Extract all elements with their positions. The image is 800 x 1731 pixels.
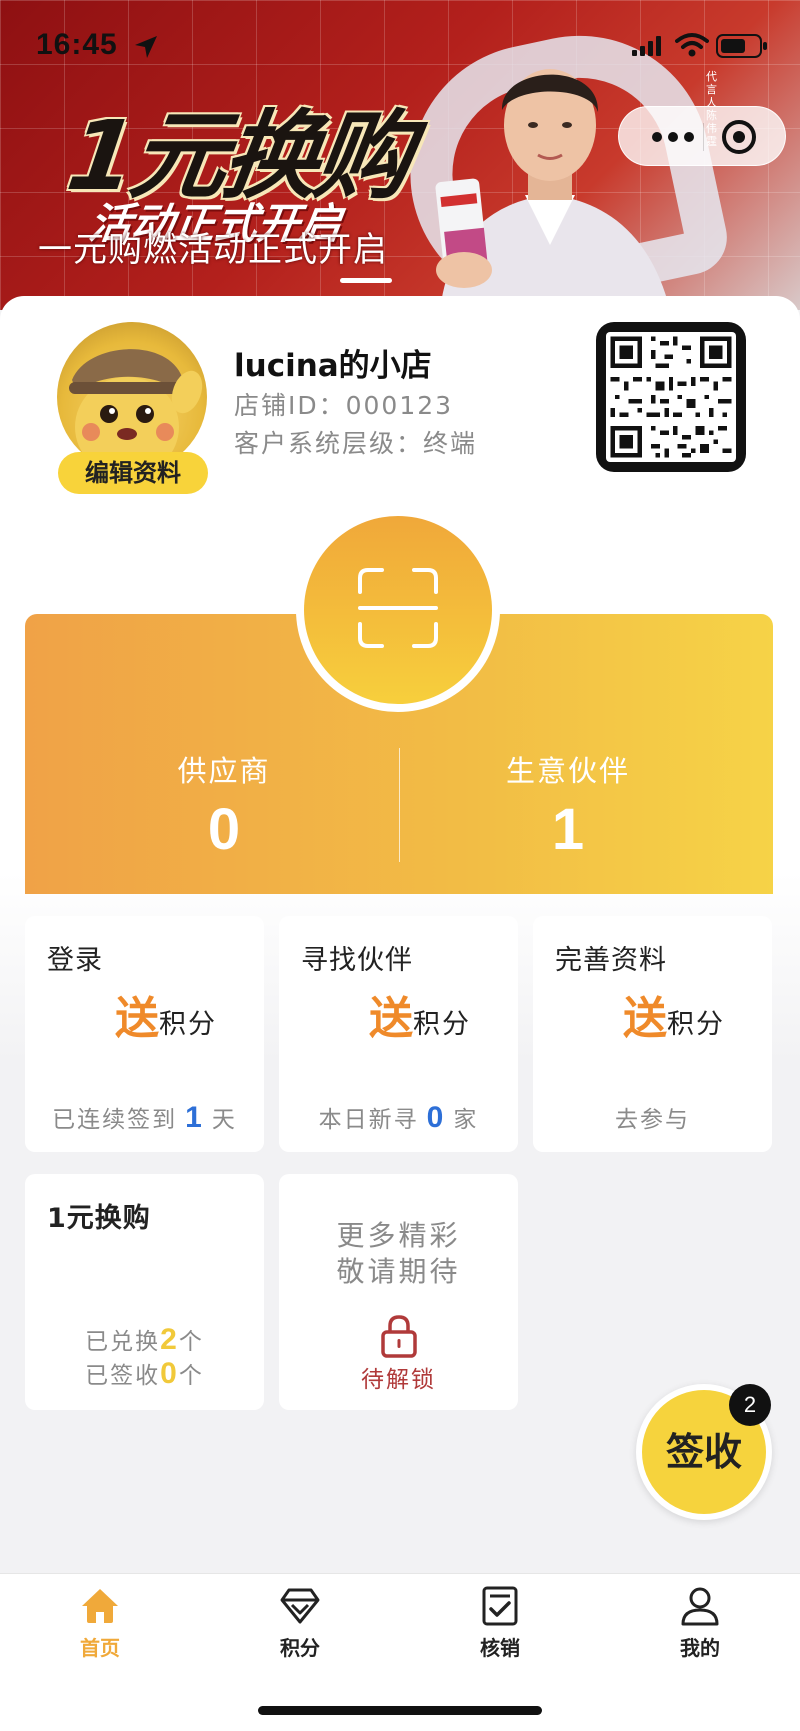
tab-points[interactable]: 积分 — [240, 1584, 360, 1661]
received-suffix: 个 — [178, 1363, 204, 1389]
participate-link[interactable]: 去参与 — [533, 1100, 772, 1134]
one-yuan-exchange-tile[interactable]: 1元换购 已兑换2个 已签收0个 — [25, 1174, 264, 1410]
reward-text: 送积分 — [115, 982, 217, 1046]
new-partner-text: 本日新寻 0 家 — [279, 1100, 518, 1135]
customer-level: 客户系统层级：终端 — [234, 429, 478, 458]
streak-prefix: 已连续签到 — [52, 1107, 178, 1133]
scan-icon — [358, 568, 438, 648]
shop-name: lucina的小店 — [234, 348, 432, 384]
promo-banner[interactable]: 代言人 陈伟霆 1元换购 活动正式开启 一元购燃活动正式开启 16:45 — [0, 0, 800, 310]
home-icon — [82, 1589, 118, 1623]
tab-label: 积分 — [280, 1636, 320, 1660]
reward-text: 送积分 — [623, 982, 725, 1046]
partner-count: 1 — [551, 797, 585, 862]
location-arrow-icon — [135, 36, 157, 58]
miniprogram-capsule — [618, 106, 786, 166]
tab-home[interactable]: 首页 — [40, 1584, 160, 1661]
supplier-count: 0 — [207, 797, 241, 862]
exchanged-count: 2 — [160, 1323, 179, 1356]
received-count-text: 已签收0个 — [25, 1356, 264, 1391]
banner-caption: 一元购燃活动正式开启 — [38, 230, 388, 270]
tab-mine[interactable]: 我的 — [640, 1584, 760, 1661]
edit-profile-button[interactable]: 编辑资料 — [58, 452, 208, 494]
supplier-label: 供应商 — [177, 754, 271, 788]
tab-verify[interactable]: 核销 — [440, 1584, 560, 1661]
new-partner-suffix: 家 — [453, 1107, 479, 1133]
reward-small: 积分 — [159, 1009, 217, 1040]
reward-small: 积分 — [413, 1009, 471, 1040]
endorser-image — [435, 69, 670, 310]
find-partner-tile[interactable]: 寻找伙伴 送积分 本日新寻 0 家 — [279, 916, 518, 1152]
exchanged-suffix: 个 — [178, 1329, 204, 1355]
pikachu-avatar-image — [69, 349, 203, 472]
wifi-icon — [675, 33, 709, 57]
exchanged-prefix: 已兑换 — [85, 1329, 161, 1355]
notification-badge: 2 — [729, 1384, 771, 1426]
partner-stat[interactable]: 生意伙伴 1 — [418, 748, 718, 863]
coming-soon-tile: 更多精彩 敬请期待 待解锁 — [279, 1174, 518, 1410]
tab-label: 我的 — [680, 1636, 720, 1660]
capsule-divider — [703, 123, 704, 151]
diamond-icon — [280, 1588, 320, 1624]
qr-code-icon — [606, 332, 736, 462]
banner-pagination-dot — [340, 278, 392, 283]
supplier-stat[interactable]: 供应商 0 — [74, 748, 374, 863]
close-miniprogram-icon[interactable] — [720, 118, 758, 156]
cellular-signal-icon — [632, 36, 661, 56]
tile-title: 寻找伙伴 — [301, 945, 413, 976]
shop-id: 店铺ID：000123 — [234, 391, 454, 420]
tab-label: 首页 — [80, 1636, 120, 1660]
login-reward-tile[interactable]: 登录 送积分 已连续签到 1 天 — [25, 916, 264, 1152]
more-line-1: 更多精彩 — [336, 1219, 461, 1252]
reward-big: 送 — [623, 993, 667, 1044]
exchanged-count-text: 已兑换2个 — [25, 1322, 264, 1357]
new-partner-count: 0 — [426, 1101, 446, 1134]
more-dots-icon[interactable] — [643, 121, 703, 153]
tile-title: 1元换购 — [47, 1203, 151, 1234]
tile-title: 登录 — [47, 945, 103, 976]
reward-text: 送积分 — [369, 982, 471, 1046]
stat-divider — [399, 748, 400, 862]
checklist-icon — [482, 1586, 518, 1626]
shop-qr-code[interactable] — [596, 322, 746, 472]
streak-days: 1 — [185, 1101, 204, 1134]
lock-icon — [381, 1315, 417, 1358]
tile-title: 完善资料 — [555, 945, 667, 976]
reward-small: 积分 — [667, 1009, 725, 1040]
more-line-2: 敬请期待 — [336, 1255, 461, 1288]
partner-label: 生意伙伴 — [505, 754, 630, 788]
streak-suffix: 天 — [211, 1107, 237, 1133]
locked-label: 待解锁 — [361, 1367, 436, 1393]
person-icon — [681, 1587, 719, 1626]
reward-big: 送 — [369, 993, 413, 1044]
received-count: 0 — [160, 1357, 179, 1390]
received-prefix: 已签收 — [85, 1363, 161, 1389]
avatar[interactable] — [57, 322, 207, 472]
complete-profile-tile[interactable]: 完善资料 送积分 去参与 — [533, 916, 772, 1152]
status-time: 16:45 — [36, 28, 118, 61]
tab-label: 核销 — [480, 1636, 520, 1660]
new-partner-prefix: 本日新寻 — [318, 1107, 419, 1133]
reward-big: 送 — [115, 993, 159, 1044]
streak-text: 已连续签到 1 天 — [25, 1100, 264, 1135]
home-indicator — [258, 1706, 542, 1715]
battery-icon — [716, 34, 767, 58]
